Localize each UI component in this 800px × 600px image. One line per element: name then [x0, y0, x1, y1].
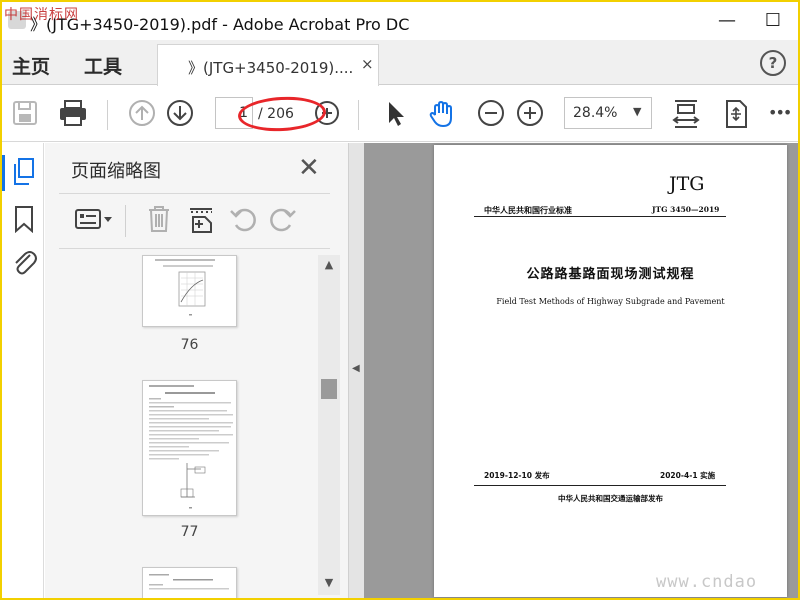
tab-close-icon[interactable]: ×: [361, 55, 374, 73]
app-window: 》(JTG+3450-2019).pdf - Adobe Acrobat Pro…: [0, 0, 800, 600]
scroll-down-arrow-icon[interactable]: ▼: [318, 573, 340, 593]
bookmark-icon[interactable]: [13, 205, 35, 233]
panel-divider: [59, 248, 330, 249]
publisher: 中华人民共和国交通运输部发布: [558, 494, 663, 503]
toolbar: 1 / 206 28.4% ▼ •••: [2, 86, 798, 142]
minimize-button[interactable]: —: [712, 8, 742, 34]
toolbar-divider: [358, 100, 359, 130]
attachment-icon[interactable]: [10, 247, 38, 277]
document-viewer[interactable]: JTG 中华人民共和国行业标准 JTG 3450—2019 公路路基路面现场测试…: [364, 143, 798, 598]
close-icon[interactable]: ✕: [298, 153, 320, 183]
page-thumbnail[interactable]: [142, 255, 237, 327]
watermark-top: 中国消标网: [4, 7, 79, 23]
page-thumbnail[interactable]: [142, 380, 237, 516]
issue-date: 2019-12-10 发布: [484, 471, 550, 480]
scroll-up-arrow-icon[interactable]: ▲: [318, 255, 340, 275]
window-title: 》(JTG+3450-2019).pdf - Adobe Acrobat Pro…: [30, 15, 410, 34]
document-page: JTG 中华人民共和国行业标准 JTG 3450—2019 公路路基路面现场测试…: [434, 145, 787, 597]
footer-rule: [474, 485, 726, 486]
help-icon[interactable]: ?: [760, 50, 786, 76]
next-page-icon[interactable]: [165, 98, 195, 128]
thumbnails-panel: 页面缩略图 ✕ 76 77 ▲ ▼: [45, 143, 348, 598]
rail-active-indicator: [2, 155, 5, 191]
panel-tool-divider: [125, 205, 126, 237]
page-thumbnails-icon[interactable]: [11, 157, 37, 187]
save-icon[interactable]: [10, 98, 40, 128]
print-icon[interactable]: [57, 98, 87, 128]
delete-icon[interactable]: [143, 203, 175, 235]
document-tab[interactable]: 》(JTG+3450-2019).... ×: [157, 44, 379, 86]
thumbnail-page-number: 76: [180, 337, 199, 353]
toolbar-divider: [107, 100, 108, 130]
implementation-date: 2020-4-1 实施: [660, 471, 716, 480]
collapse-arrow-icon: ◀: [352, 363, 360, 374]
thumbnails-scrollbar[interactable]: ▲ ▼: [318, 255, 340, 595]
document-tab-label: 》(JTG+3450-2019)....: [188, 59, 354, 77]
hand-tool-icon[interactable]: [426, 98, 456, 128]
panel-divider: [59, 193, 330, 194]
fit-width-icon[interactable]: [670, 98, 702, 128]
standard-code: JTG: [669, 173, 705, 195]
left-rail: [2, 143, 44, 598]
document-title-cn: 公路路基路面现场测试规程: [526, 267, 695, 282]
fit-page-icon[interactable]: [720, 98, 752, 128]
maximize-button[interactable]: ☐: [758, 8, 788, 34]
insert-page-icon[interactable]: [185, 203, 217, 235]
more-options-icon[interactable]: •••: [768, 98, 798, 128]
previous-page-icon[interactable]: [127, 98, 157, 128]
header-rule: [474, 216, 726, 217]
thumbnail-page-number: 77: [180, 524, 199, 540]
menu-home[interactable]: 主页: [12, 52, 50, 79]
page-thumbnail[interactable]: [142, 567, 237, 598]
rotate-right-icon[interactable]: [267, 203, 299, 235]
zoom-out-icon[interactable]: [476, 98, 506, 128]
panel-collapse-handle[interactable]: ◀: [348, 143, 364, 598]
panel-title: 页面缩略图: [71, 161, 161, 182]
zoom-in-icon[interactable]: [515, 98, 545, 128]
select-cursor-icon[interactable]: [380, 98, 410, 128]
rotate-left-icon[interactable]: [227, 203, 259, 235]
scrollbar-thumb[interactable]: [321, 379, 337, 399]
header-left: 中华人民共和国行业标准: [484, 206, 572, 215]
menu-tools[interactable]: 工具: [84, 52, 122, 79]
watermark-bottom: www.cndao: [656, 572, 758, 592]
tab-bar: 主页 工具 》(JTG+3450-2019).... × ?: [2, 40, 798, 86]
thumbnail-options-icon[interactable]: [73, 203, 115, 235]
header-right: JTG 3450—2019: [652, 205, 720, 214]
document-title-en: Field Test Methods of Highway Subgrade a…: [496, 297, 725, 306]
title-bar: 》(JTG+3450-2019).pdf - Adobe Acrobat Pro…: [2, 2, 798, 40]
zoom-select[interactable]: 28.4% ▼: [564, 97, 652, 129]
chevron-down-icon: ▼: [633, 105, 642, 118]
zoom-value: 28.4%: [573, 105, 618, 121]
